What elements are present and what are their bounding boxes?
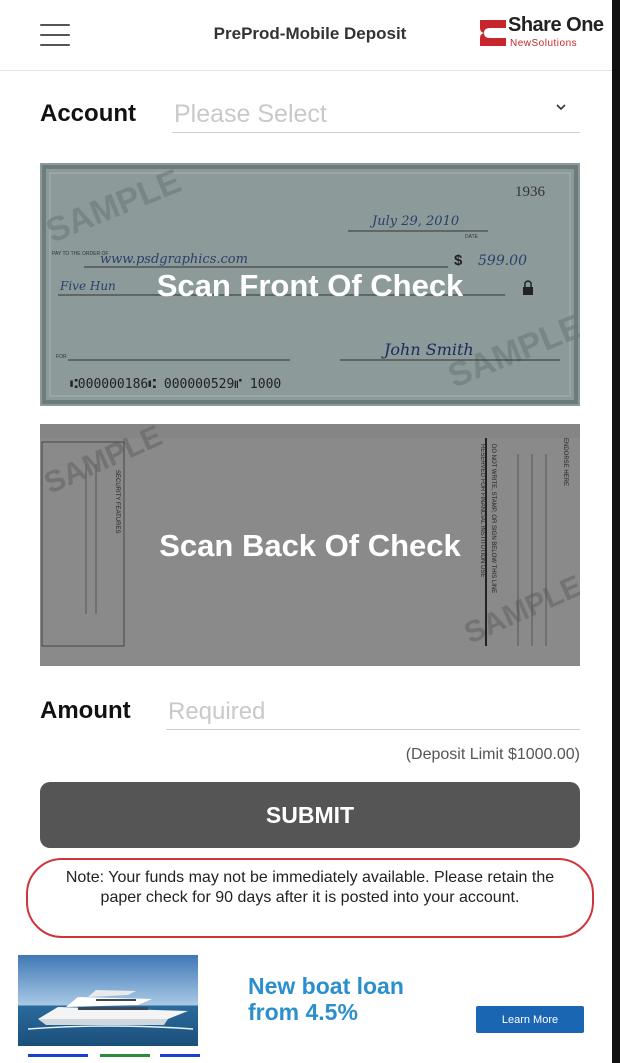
ad-banner[interactable]: New boat loan from 4.5% Learn More xyxy=(18,955,586,1046)
back-do-not-write-text: DO NOT WRITE, STAMP, OR SIGN BELOW THIS … xyxy=(490,444,496,593)
amount-label: Amount xyxy=(40,697,131,724)
hamburger-menu-icon[interactable] xyxy=(40,24,70,46)
ad-headline: New boat loan from 4.5% xyxy=(248,973,404,1025)
footer-strip-segment xyxy=(28,1054,88,1057)
back-endorse-here: ENDORSE HERE xyxy=(562,438,568,486)
footer-strip-segment xyxy=(100,1054,150,1057)
scan-back-label: Scan Back Of Check xyxy=(159,528,461,563)
footer-strip-segment xyxy=(160,1054,200,1057)
funds-availability-note: Note: Your funds may not be immediately … xyxy=(26,858,594,938)
logo-name: Share One xyxy=(508,14,604,36)
ad-headline-line2: from 4.5% xyxy=(248,999,358,1025)
deposit-limit-text: (Deposit Limit $1000.00) xyxy=(405,746,580,763)
ad-headline-line1: New boat loan xyxy=(248,973,404,999)
check-number: 1936 xyxy=(515,184,546,200)
check-date: July 29, 2010 xyxy=(369,214,459,229)
check-date-label: DATE xyxy=(465,234,479,240)
check-amount: 599.00 xyxy=(478,253,527,269)
back-security-features: SECURITY FEATURES xyxy=(114,470,120,533)
check-micr-line: ⑆000000186⑆ 000000529⑈ 1000 xyxy=(70,377,281,392)
account-select[interactable]: Please Select xyxy=(172,96,580,133)
check-for-label: FOR xyxy=(56,354,67,360)
scan-front-of-check-button[interactable]: SAMPLE SAMPLE 1936 July 29, 2010 DATE PA… xyxy=(40,163,580,406)
scan-back-of-check-button[interactable]: SECURITY FEATURES SAMPLE SAMPLE RESERVED… xyxy=(40,424,580,666)
learn-more-button[interactable]: Learn More xyxy=(476,1006,584,1033)
check-dollar-sign: $ xyxy=(454,252,463,269)
logo-tagline: NewSolutions xyxy=(510,38,578,49)
account-placeholder: Please Select xyxy=(174,100,327,128)
share-one-logo: Share One NewSolutions xyxy=(478,14,604,54)
logo-mark-icon xyxy=(480,20,506,46)
front-watermark-top: SAMPLE xyxy=(41,163,187,250)
footer-strip xyxy=(0,1053,612,1063)
boat-image xyxy=(18,955,198,1046)
check-signature: John Smith xyxy=(381,340,474,359)
screen-edge xyxy=(612,0,620,1063)
amount-input[interactable] xyxy=(166,694,580,730)
scan-front-label: Scan Front Of Check xyxy=(156,268,464,303)
page-title: PreProd-Mobile Deposit xyxy=(213,24,407,43)
app-header: PreProd-Mobile Deposit Share One NewSolu… xyxy=(0,0,612,71)
submit-button[interactable]: SUBMIT xyxy=(40,782,580,848)
account-label: Account xyxy=(40,100,136,127)
check-payee: www.psdgraphics.com xyxy=(100,252,248,267)
chevron-down-icon xyxy=(556,104,566,111)
